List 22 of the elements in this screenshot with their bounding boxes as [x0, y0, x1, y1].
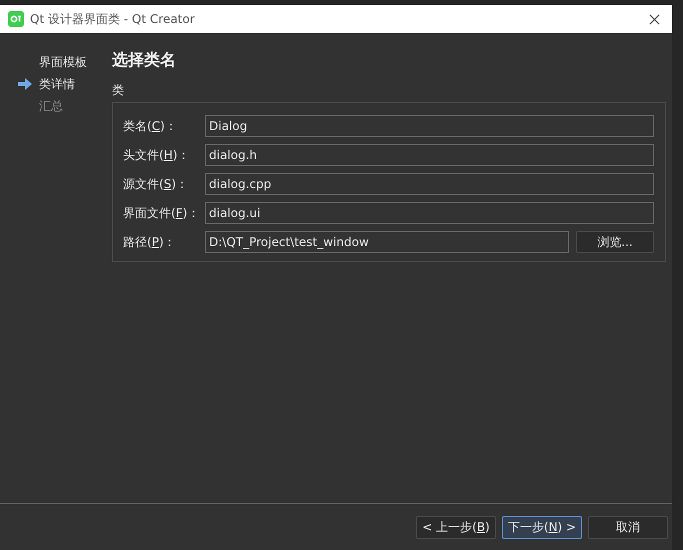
field-label: 头文件(H)： [123, 146, 190, 164]
input-field[interactable]: D:\QT_Project\test_window [205, 231, 569, 253]
wizard-button[interactable]: 下一步(N) > [502, 516, 582, 538]
input-field[interactable]: dialog.h [205, 144, 654, 166]
wizard-button[interactable]: 取消 [588, 516, 668, 538]
input-field[interactable]: Dialog [205, 115, 654, 137]
wizard-button[interactable]: < 上一步(B) [416, 516, 496, 538]
field-label: 路径(P)： [123, 234, 177, 250]
app-logo-icon [8, 11, 24, 27]
field-label: 类名(C)： [123, 118, 178, 134]
wizard-step: 汇总 [39, 98, 63, 114]
input-field[interactable]: dialog.cpp [205, 173, 654, 195]
field-label: 界面文件(F)： [123, 204, 200, 222]
input-field[interactable]: dialog.ui [205, 202, 654, 224]
wizard-step: 类详情 [39, 76, 75, 92]
browse-button[interactable]: 浏览... [576, 231, 654, 253]
page-heading: 选择类名 [112, 50, 177, 71]
wizard-step: 界面模板 [39, 54, 87, 70]
window-title: Qt 设计器界面类 - Qt Creator [30, 10, 196, 28]
close-icon[interactable] [649, 14, 660, 24]
group-title: 类 [112, 82, 125, 99]
field-label: 源文件(S)： [123, 176, 189, 192]
